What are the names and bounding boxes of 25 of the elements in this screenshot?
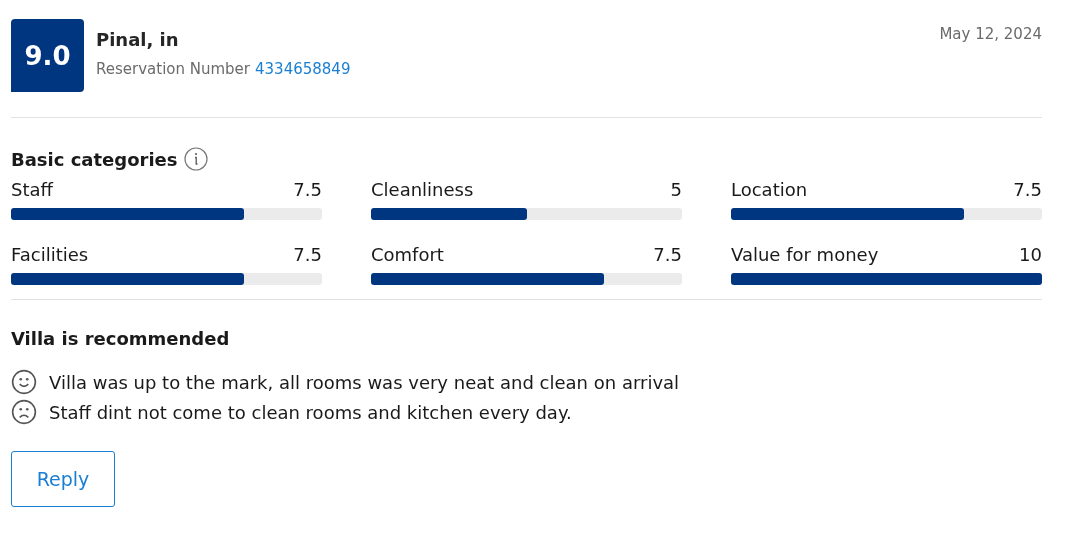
category-name: Facilities bbox=[11, 244, 89, 265]
category-name: Cleanliness bbox=[371, 179, 474, 200]
section-title: Basic categories bbox=[11, 148, 178, 170]
reply-button[interactable]: Reply bbox=[11, 451, 115, 507]
category-name: Comfort bbox=[371, 244, 444, 265]
info-icon[interactable] bbox=[183, 147, 208, 171]
category-score: 7.5 bbox=[653, 244, 682, 265]
category-score: 5 bbox=[670, 179, 682, 200]
category-score: 7.5 bbox=[1013, 179, 1042, 200]
category-score: 7.5 bbox=[293, 244, 322, 265]
category-name: Location bbox=[731, 179, 808, 200]
category-score: 10 bbox=[1019, 244, 1042, 265]
category-score: 7.5 bbox=[293, 179, 322, 200]
review-headline: Villa is recommended bbox=[11, 328, 231, 349]
review-comment: Villa was up to the mark, all rooms was very neat and clean on arrival bbox=[49, 371, 680, 393]
reservation-label: Reservation Number bbox=[96, 60, 250, 78]
guest-name: Pinal, in bbox=[96, 29, 180, 50]
category-name: Staff bbox=[11, 179, 53, 200]
review-comment: Staff dint not come to clean rooms and kitchen every day. bbox=[49, 401, 572, 423]
smiley-icon bbox=[11, 369, 37, 395]
score-badge: 9.0 bbox=[11, 19, 84, 92]
reservation-number: 4334658849 bbox=[255, 60, 351, 78]
review-date: May 12, 2024 bbox=[939, 24, 1042, 43]
category-name: Value for money bbox=[731, 244, 879, 265]
sad-face-icon bbox=[11, 399, 37, 425]
